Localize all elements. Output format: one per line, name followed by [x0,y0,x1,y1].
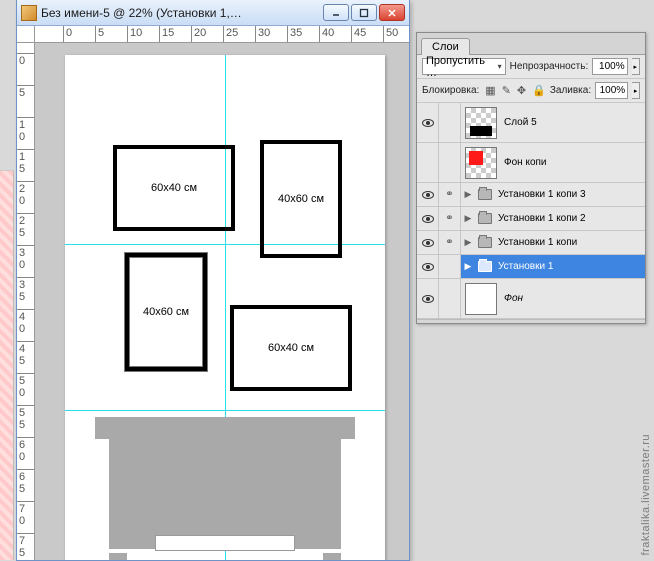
eye-icon[interactable] [422,263,434,271]
frame-label: 60x40 см [268,342,314,354]
frame-40x60-topright[interactable]: 40x60 см [260,140,342,258]
opacity-input[interactable]: 100% [592,58,627,75]
page: 60x40 см 40x60 см 40x60 см 60x40 см [65,55,385,560]
folder-icon [478,261,492,272]
lock-brush-icon[interactable]: ✎ [502,84,511,97]
ruler-vertical[interactable]: 0 5 1 0 1 5 2 0 2 5 3 0 3 5 4 0 4 5 5 0 … [17,43,35,560]
eye-icon[interactable] [422,119,434,127]
background-window-strip [0,170,14,560]
maximize-button[interactable] [351,4,377,21]
desk-leg-right [323,553,341,560]
fill-input[interactable]: 100% [595,82,628,99]
frame-60x40-top[interactable]: 60x40 см [113,145,235,231]
eye-icon[interactable] [422,215,434,223]
disclosure-triangle-icon[interactable]: ▶ [463,261,473,272]
layer-name: Слой 5 [504,117,537,128]
layer-row[interactable]: Фон копи [417,143,645,183]
desk-body [109,439,341,549]
fill-stepper[interactable]: ▸ [632,82,640,99]
layer-row[interactable]: ⚭ ▶ Установки 1 копи [417,231,645,255]
canvas[interactable]: 60x40 см 40x60 см 40x60 см 60x40 см [35,43,409,560]
layer-list: Слой 5 Фон копи ⚭ ▶ Установки 1 копи 3 ⚭… [417,103,645,319]
frame-label: 40x60 см [278,193,324,205]
layer-name: Фон копи [504,157,547,168]
lock-row: Блокировка: ▦ ✎ ✥ 🔒 Заливка: 100% ▸ [417,79,645,103]
frame-label: 40x60 см [143,306,189,318]
link-col[interactable] [439,255,461,278]
opacity-label: Непрозрачность: [510,61,589,72]
layer-thumbnail[interactable] [465,283,497,315]
tab-layers[interactable]: Слои [421,38,470,55]
layer-name: Установки 1 [498,261,553,272]
layer-row[interactable]: ⚭ ▶ Установки 1 копи 2 [417,207,645,231]
layer-thumbnail[interactable] [465,107,497,139]
frame-40x60-bottomleft[interactable]: 40x60 см [125,253,207,371]
guide-horizontal[interactable] [65,410,385,411]
visibility-toggle[interactable] [417,143,439,182]
chevron-down-icon: ▾ [498,62,502,71]
eye-icon[interactable] [422,191,434,199]
lock-icons: ▦ ✎ ✥ 🔒 [485,84,546,97]
layer-thumbnail[interactable] [465,147,497,179]
layer-name: Фон [504,293,523,304]
watermark: fraktalika.livemaster.ru [640,434,652,555]
link-icon[interactable]: ⚭ [445,237,453,248]
app-icon [21,5,37,21]
link-icon[interactable]: ⚭ [445,189,453,200]
panel-footer [417,319,645,323]
blend-mode-dropdown[interactable]: Пропустить …▾ [422,58,506,75]
panel-tabs: Слои [417,33,645,55]
fill-label: Заливка: [550,85,591,96]
document-window: Без имени-5 @ 22% (Установки 1,… 0 5 10 … [16,0,410,561]
link-icon[interactable]: ⚭ [445,213,453,224]
ruler-horizontal[interactable]: 0 5 10 15 20 25 30 35 40 45 50 [35,26,409,43]
frame-60x40-bottomright[interactable]: 60x40 см [230,305,352,391]
window-title: Без имени-5 @ 22% (Установки 1,… [41,6,323,20]
lock-transparency-icon[interactable]: ▦ [485,84,495,97]
layer-name: Установки 1 копи 3 [498,189,586,200]
layer-row[interactable]: Фон [417,279,645,319]
layer-row-selected[interactable]: ▶ Установки 1 [417,255,645,279]
desk-drawer [155,535,295,551]
link-col[interactable] [439,143,461,182]
lock-all-icon[interactable]: 🔒 [532,84,546,97]
lock-move-icon[interactable]: ✥ [517,84,526,97]
link-col[interactable] [439,103,461,142]
layer-row[interactable]: ⚭ ▶ Установки 1 копи 3 [417,183,645,207]
folder-icon [478,189,492,200]
lock-label: Блокировка: [422,85,479,96]
layer-name: Установки 1 копи 2 [498,213,586,224]
desk-leg-left [109,553,127,560]
eye-icon[interactable] [422,239,434,247]
disclosure-triangle-icon[interactable]: ▶ [463,189,473,200]
minimize-button[interactable] [323,4,349,21]
folder-icon [478,237,492,248]
disclosure-triangle-icon[interactable]: ▶ [463,213,473,224]
frame-label: 60x40 см [151,182,197,194]
folder-icon [478,213,492,224]
opacity-stepper[interactable]: ▸ [632,58,640,75]
ruler-origin[interactable] [17,26,35,43]
layer-name: Установки 1 копи [498,237,577,248]
eye-icon[interactable] [422,295,434,303]
link-col[interactable] [439,279,461,318]
layer-row[interactable]: Слой 5 [417,103,645,143]
close-button[interactable] [379,4,405,21]
blend-row: Пропустить …▾ Непрозрачность: 100% ▸ [417,55,645,79]
layers-panel: Слои Пропустить …▾ Непрозрачность: 100% … [416,32,646,324]
titlebar[interactable]: Без имени-5 @ 22% (Установки 1,… [17,0,409,26]
desk-top [95,417,355,439]
disclosure-triangle-icon[interactable]: ▶ [463,237,473,248]
